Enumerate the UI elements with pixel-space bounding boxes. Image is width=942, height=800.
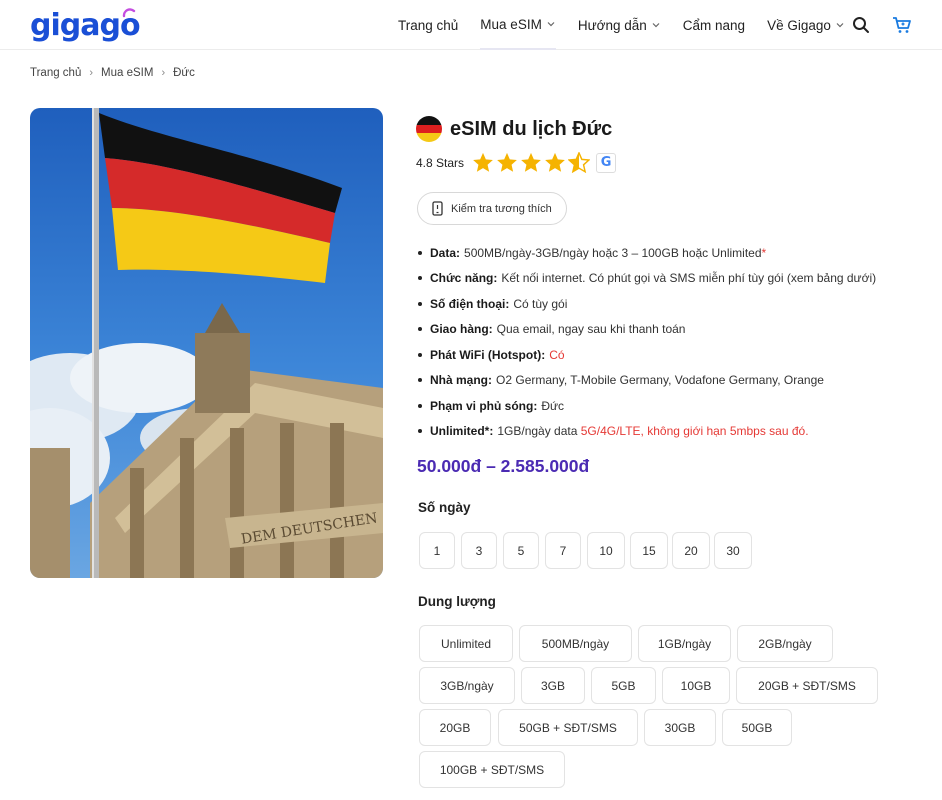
day-option[interactable]: 20 bbox=[672, 532, 710, 569]
nav-label: Mua eSIM bbox=[480, 16, 542, 32]
rating-text: 4.8 Stars bbox=[416, 155, 465, 170]
spec-label: Số điện thoại: bbox=[430, 296, 510, 311]
chevron-right-icon: › bbox=[89, 67, 94, 79]
day-option[interactable]: 5 bbox=[503, 532, 539, 569]
spec-note: * bbox=[761, 245, 767, 260]
spec-value: 500MB/ngày-3GB/ngày hoặc 3 – 100GB hoặc … bbox=[464, 245, 762, 260]
spec-item: Số điện thoại: Có tùy gói bbox=[416, 291, 916, 317]
spec-value: Có bbox=[549, 347, 565, 362]
nav-item-guide[interactable]: Hướng dẫn bbox=[578, 0, 661, 50]
spec-item: Unlimited*: 1GB/ngày data 5G/4G/LTE, khôn… bbox=[416, 419, 916, 445]
capacity-option[interactable]: 2GB/ngày bbox=[737, 625, 833, 662]
spec-list: Data: 500MB/ngày-3GB/ngày hoặc 3 – 100GB … bbox=[416, 240, 916, 444]
search-icon[interactable] bbox=[852, 16, 870, 34]
star-icon bbox=[497, 152, 517, 172]
day-option[interactable]: 3 bbox=[461, 532, 497, 569]
chevron-down-icon bbox=[836, 23, 844, 28]
spec-item: Giao hàng: Qua email, ngay sau khi thanh … bbox=[416, 317, 916, 343]
breadcrumb: Trang chủ › Mua eSIM › Đức bbox=[30, 67, 195, 79]
spec-value: O2 Germany, T-Mobile Germany, Vodafone G… bbox=[496, 373, 824, 388]
spec-label: Phạm vi phủ sóng: bbox=[430, 398, 538, 413]
capacity-label: Dung lượng bbox=[418, 594, 496, 609]
rating-row: 4.8 Stars G bbox=[416, 152, 617, 173]
day-option[interactable]: 15 bbox=[630, 532, 668, 569]
days-label: Số ngày bbox=[418, 500, 471, 515]
spec-label: Chức năng: bbox=[430, 271, 498, 286]
capacity-option[interactable]: 50GB bbox=[722, 709, 792, 746]
spec-label: Giao hàng: bbox=[430, 322, 493, 337]
chevron-right-icon: › bbox=[161, 67, 166, 79]
capacity-option[interactable]: 30GB bbox=[644, 709, 716, 746]
capacity-option[interactable]: Unlimited bbox=[419, 625, 513, 662]
spec-note: 5G/4G/LTE, không giới hạn 5mbps sau đó. bbox=[580, 424, 809, 439]
capacity-option[interactable]: 100GB + SĐT/SMS bbox=[419, 751, 565, 788]
compat-label: Kiểm tra tương thích bbox=[451, 202, 552, 215]
half-star-icon bbox=[568, 152, 591, 173]
nav-label: Trang chủ bbox=[398, 17, 459, 33]
nav-item-about[interactable]: Về Gigago bbox=[767, 0, 845, 50]
capacity-option[interactable]: 3GB bbox=[521, 667, 585, 704]
google-icon: G bbox=[596, 152, 617, 173]
capacity-option[interactable]: 3GB/ngày bbox=[419, 667, 515, 704]
nav-item-home[interactable]: Trang chủ bbox=[398, 0, 458, 50]
star-icon bbox=[473, 152, 493, 172]
spec-item: Nhà mạng: O2 Germany, T-Mobile Germany, V… bbox=[416, 368, 916, 394]
spec-value: Đức bbox=[541, 398, 565, 413]
nav-label: Hướng dẫn bbox=[577, 17, 647, 33]
spec-item: Chức năng: Kết nối internet. Có phút gọi … bbox=[416, 266, 916, 292]
spec-label: Nhà mạng: bbox=[430, 373, 493, 388]
spec-item: Phạm vi phủ sóng: Đức bbox=[416, 393, 916, 419]
breadcrumb-buy-esim[interactable]: Mua eSIM bbox=[101, 67, 153, 79]
logo-arc-icon bbox=[122, 8, 136, 18]
star-rating bbox=[472, 152, 591, 173]
capacity-option[interactable]: 5GB bbox=[591, 667, 656, 704]
product-image: DEM DEUTSCHEN bbox=[30, 108, 383, 578]
phone-icon bbox=[432, 201, 443, 216]
day-option[interactable]: 30 bbox=[714, 532, 752, 569]
spec-value: Có tùy gói bbox=[513, 296, 568, 311]
capacity-option[interactable]: 20GB bbox=[419, 709, 491, 746]
gigago-logo[interactable]: gigago bbox=[30, 8, 141, 41]
day-option[interactable]: 7 bbox=[545, 532, 581, 569]
price-range: 50.000đ – 2.585.000đ bbox=[417, 456, 590, 476]
capacity-option[interactable]: 500MB/ngày bbox=[519, 625, 632, 662]
chevron-down-icon bbox=[652, 23, 660, 28]
germany-flag-icon bbox=[416, 116, 442, 142]
spec-label: Data: bbox=[430, 245, 461, 260]
spec-label: Phát WiFi (Hotspot): bbox=[430, 347, 546, 362]
star-icon bbox=[545, 152, 565, 172]
product-info: eSIM du lịch Đức 4.8 Stars G Kiểm tra tư… bbox=[416, 114, 916, 788]
spec-item: Data: 500MB/ngày-3GB/ngày hoặc 3 – 100GB … bbox=[416, 240, 916, 266]
title-row: eSIM du lịch Đức bbox=[416, 114, 916, 144]
day-option[interactable]: 10 bbox=[587, 532, 625, 569]
site-header: gigago Trang chủ Mua eSIM Hướng dẫn Cẩm … bbox=[0, 0, 942, 50]
spec-label: Unlimited*: bbox=[430, 424, 494, 439]
day-option[interactable]: 1 bbox=[419, 532, 455, 569]
product-title: eSIM du lịch Đức bbox=[450, 117, 613, 140]
cart-icon[interactable] bbox=[892, 16, 912, 34]
nav-label: Cẩm nang bbox=[682, 17, 746, 33]
capacity-option[interactable]: 20GB + SĐT/SMS bbox=[736, 667, 878, 704]
chevron-down-icon bbox=[547, 22, 555, 27]
breadcrumb-current: Đức bbox=[173, 67, 195, 79]
capacity-option[interactable]: 50GB + SĐT/SMS bbox=[498, 709, 638, 746]
nav-label: Về Gigago bbox=[767, 17, 831, 33]
star-icon bbox=[521, 152, 541, 172]
spec-item: Phát WiFi (Hotspot): Có bbox=[416, 342, 916, 368]
header-actions bbox=[852, 16, 912, 34]
capacity-option[interactable]: 10GB bbox=[662, 667, 730, 704]
spec-value: Kết nối internet. Có phút gọi và SMS miễ… bbox=[501, 271, 877, 286]
spec-value: Qua email, ngay sau khi thanh toán bbox=[496, 322, 686, 337]
spec-value: 1GB/ngày data bbox=[497, 424, 578, 439]
main-nav: Trang chủ Mua eSIM Hướng dẫn Cẩm nang Về… bbox=[398, 0, 867, 50]
capacity-option[interactable]: 1GB/ngày bbox=[638, 625, 731, 662]
nav-item-handbook[interactable]: Cẩm nang bbox=[683, 0, 745, 50]
check-compatibility-button[interactable]: Kiểm tra tương thích bbox=[417, 192, 567, 225]
nav-item-buy-esim[interactable]: Mua eSIM bbox=[480, 0, 556, 50]
breadcrumb-home[interactable]: Trang chủ bbox=[30, 67, 81, 79]
